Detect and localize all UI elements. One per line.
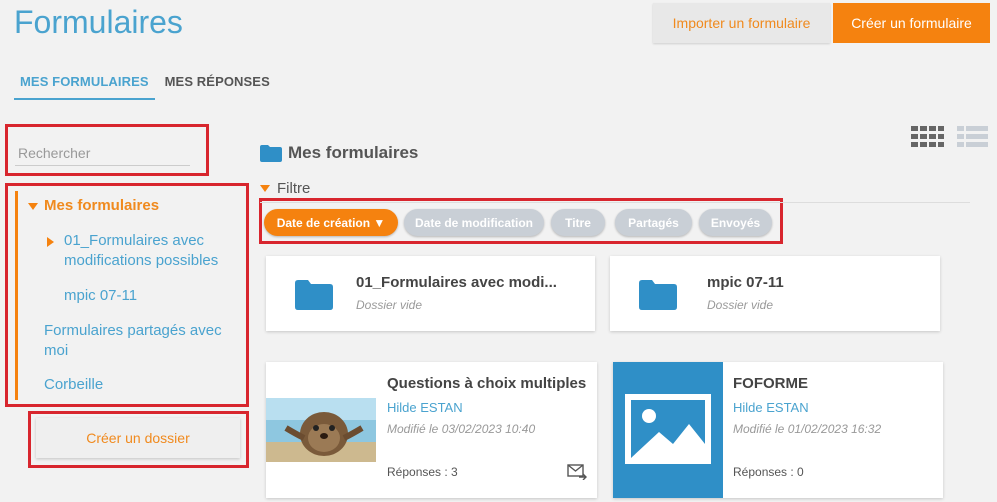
filter-chip-modified[interactable]: Date de modification — [404, 209, 544, 236]
folder-icon — [295, 280, 333, 310]
form-thumbnail-placeholder — [613, 362, 723, 498]
folder-icon — [260, 144, 282, 162]
tree-item-shared[interactable]: Formulaires partagés avec moi — [44, 321, 244, 361]
form-title: Questions à choix multiples — [387, 375, 587, 392]
tree-item-my-forms[interactable]: Mes formulaires — [28, 196, 159, 216]
tab-my-responses[interactable]: MES RÉPONSES — [159, 73, 276, 100]
form-responses: Réponses : 3 — [387, 465, 458, 479]
form-card[interactable]: Questions à choix multiples Hilde ESTAN … — [266, 362, 597, 498]
folder-icon — [639, 280, 677, 310]
filter-label: Filtre — [277, 180, 311, 197]
page-title: Formulaires — [14, 4, 183, 40]
list-view-icon[interactable] — [957, 126, 988, 148]
folder-title: 01_Formulaires avec modi... — [356, 274, 557, 291]
form-modified-date: Modifié le 03/02/2023 10:40 — [387, 422, 536, 436]
filter-toggle[interactable]: Filtre — [260, 180, 310, 197]
image-placeholder-icon — [625, 394, 711, 464]
filter-chip-shared[interactable]: Partagés — [615, 209, 692, 236]
form-title: FOFORME — [733, 375, 808, 392]
section-title-label: Mes formulaires — [288, 143, 419, 162]
divider — [260, 202, 970, 203]
form-responses: Réponses : 0 — [733, 465, 804, 479]
folder-title: mpic 07-11 — [707, 274, 784, 291]
tree-item-trash[interactable]: Corbeille — [44, 375, 103, 395]
envelope-sent-icon[interactable] — [567, 464, 587, 480]
filter-chip-sent[interactable]: Envoyés — [699, 209, 772, 236]
folder-status: Dossier vide — [707, 298, 774, 312]
caret-down-icon — [260, 185, 270, 192]
tree-item-label: Mes formulaires — [44, 197, 160, 214]
form-card[interactable]: FOFORME Hilde ESTAN Modifié le 01/02/202… — [613, 362, 943, 498]
folder-status: Dossier vide — [356, 298, 423, 312]
grid-view-icon[interactable] — [911, 126, 944, 148]
create-form-button[interactable]: Créer un formulaire — [833, 3, 990, 43]
form-thumbnail-photo — [266, 398, 376, 462]
section-title: Mes formulaires — [260, 143, 418, 163]
caret-right-icon[interactable] — [47, 237, 54, 247]
tree-item-folder-01[interactable]: 01_Formulaires avec modifications possib… — [64, 231, 244, 271]
folder-card[interactable]: mpic 07-11 Dossier vide — [610, 256, 940, 331]
filter-chip-title[interactable]: Titre — [551, 209, 605, 236]
folder-card[interactable]: 01_Formulaires avec modi... Dossier vide — [266, 256, 595, 331]
form-author: Hilde ESTAN — [733, 400, 809, 415]
tree-item-folder-mpic[interactable]: mpic 07-11 — [64, 286, 137, 306]
tab-my-forms[interactable]: MES FORMULAIRES — [14, 73, 155, 100]
form-author: Hilde ESTAN — [387, 400, 463, 415]
search-input[interactable] — [15, 141, 190, 166]
folder-tree: Mes formulaires 01_Formulaires avec modi… — [15, 191, 240, 400]
import-form-button[interactable]: Importer un formulaire — [653, 3, 830, 43]
filter-chip-created[interactable]: Date de création ▼ — [264, 209, 398, 236]
tab-bar: MES FORMULAIRES MES RÉPONSES — [14, 73, 276, 100]
form-modified-date: Modifié le 01/02/2023 16:32 — [733, 422, 882, 436]
create-folder-button[interactable]: Créer un dossier — [36, 418, 240, 458]
caret-down-icon — [28, 202, 38, 210]
